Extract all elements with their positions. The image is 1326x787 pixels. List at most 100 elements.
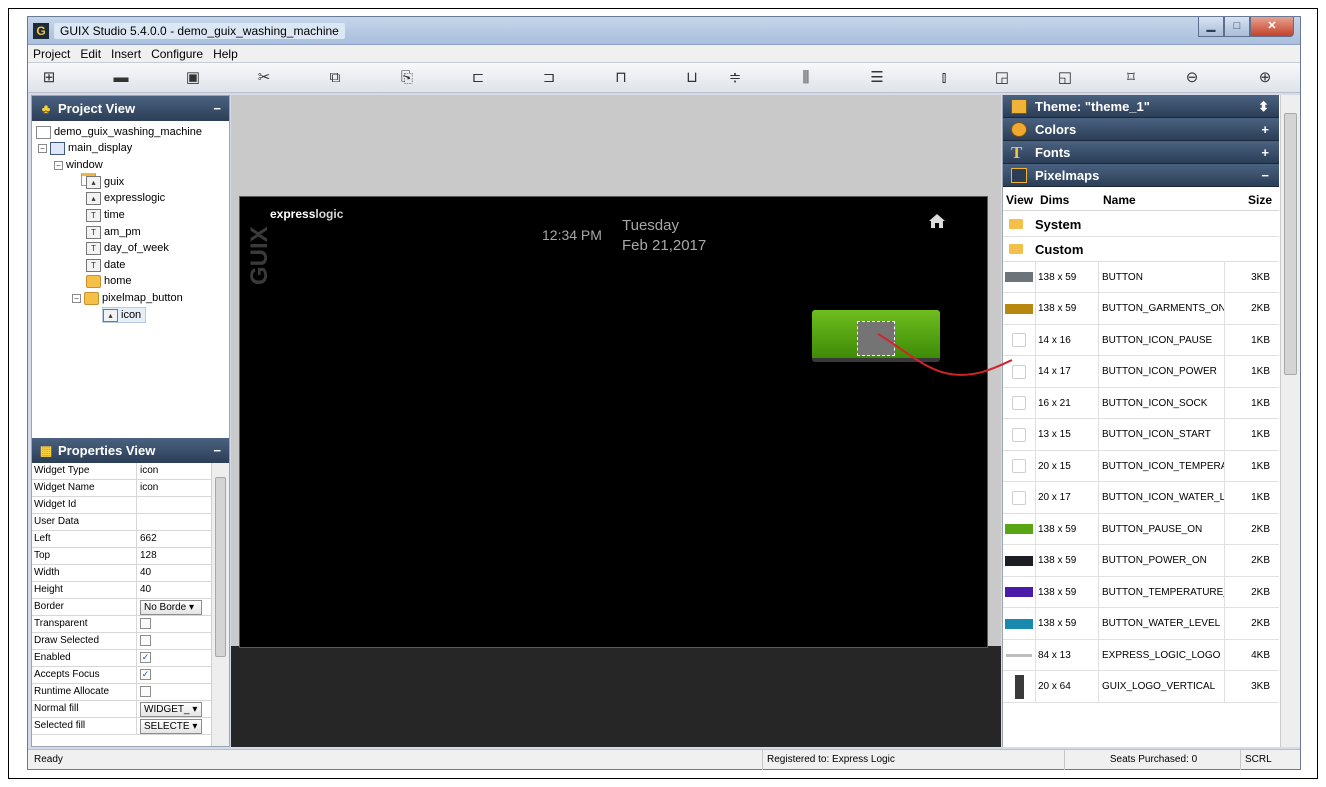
scrollbar-thumb[interactable] <box>215 477 226 657</box>
tree-item-expresslogic[interactable]: ▴ expresslogic <box>86 190 165 206</box>
equal-height-icon[interactable]: ◲ <box>991 68 1013 88</box>
pixelmap-row[interactable]: 138 x 59 BUTTON_GARMENTS_ON 2KB <box>1003 293 1279 325</box>
pixelmap-row[interactable]: 138 x 59 BUTTON_POWER_ON 2KB <box>1003 545 1279 577</box>
zoom-in-icon[interactable]: ⊕ <box>1254 68 1276 88</box>
property-value[interactable]: 40 <box>137 582 205 598</box>
h-space-icon[interactable]: ⫼ <box>795 68 817 88</box>
property-value[interactable]: WIDGET_ ▾ <box>137 701 205 717</box>
menu-project[interactable]: Project <box>28 45 75 62</box>
checkbox[interactable] <box>140 635 151 646</box>
close-button[interactable]: ✕ <box>1250 17 1294 37</box>
equal-width-icon[interactable]: ⫾ <box>933 68 955 88</box>
tree-item-project[interactable]: demo_guix_washing_machine <box>36 124 202 140</box>
checkbox-checked[interactable]: ✓ <box>140 669 151 680</box>
pixelmap-row[interactable]: 138 x 59 BUTTON_TEMPERATURE_ 2KB <box>1003 576 1279 608</box>
pixelmap-row[interactable]: 14 x 17 BUTTON_ICON_POWER 1KB <box>1003 356 1279 388</box>
column-size[interactable]: Size <box>1226 193 1278 207</box>
theme-selector-icon[interactable]: ⬍ <box>1258 95 1269 118</box>
design-canvas[interactable]: expresslogic GUIX 12:34 PM Tuesday Feb 2… <box>231 95 1001 747</box>
property-dropdown[interactable]: No Borde ▾ <box>140 600 202 615</box>
zoom-out-icon[interactable]: ⊖ <box>1181 68 1203 88</box>
collapse-icon[interactable]: − <box>38 143 47 153</box>
pixelmap-row[interactable]: 20 x 64 GUIX_LOGO_VERTICAL 3KB <box>1003 671 1279 703</box>
property-value[interactable] <box>137 497 205 513</box>
tree-item-date[interactable]: T date <box>86 257 125 273</box>
project-view-header[interactable]: ♣ Project View − <box>32 96 229 121</box>
checkbox[interactable] <box>140 686 151 697</box>
maximize-button[interactable]: □ <box>1224 17 1250 37</box>
property-value[interactable]: SELECTE ▾ <box>137 718 205 734</box>
property-value[interactable]: 40 <box>137 565 205 581</box>
pixelmaps-header[interactable]: Pixelmaps − <box>1003 164 1279 187</box>
theme-header[interactable]: Theme: "theme_1" ⬍ <box>1003 95 1279 118</box>
cut-icon[interactable]: ✂ <box>253 68 275 88</box>
pixelmap-button[interactable] <box>812 310 940 362</box>
tree-item-window[interactable]: − window <box>54 157 103 186</box>
align-right-icon[interactable]: ⊐ <box>538 68 560 88</box>
pixelmap-row[interactable]: 138 x 59 BUTTON_WATER_LEVEL 2KB <box>1003 608 1279 640</box>
expresslogic-logo[interactable]: expresslogic <box>270 207 343 221</box>
property-value[interactable]: icon <box>137 463 205 479</box>
property-value[interactable]: ✓ <box>137 667 205 683</box>
property-dropdown[interactable]: SELECTE ▾ <box>140 719 202 734</box>
tree-item-home[interactable]: home <box>86 273 132 289</box>
new-icon[interactable]: ⊞ <box>38 68 60 88</box>
title-bar[interactable]: G GUIX Studio 5.4.0.0 - demo_guix_washin… <box>28 17 1300 45</box>
align-top-icon[interactable]: ⊓ <box>610 68 632 88</box>
collapse-icon[interactable]: − <box>54 160 63 170</box>
fonts-header[interactable]: T Fonts + <box>1003 141 1279 164</box>
pixelmap-row[interactable]: 84 x 13 EXPRESS_LOGIC_LOGO 4KB <box>1003 639 1279 671</box>
guix-vertical-logo[interactable]: GUIX <box>246 226 274 285</box>
size-to-fit-icon[interactable]: ◱ <box>1054 68 1076 88</box>
pixelmap-row[interactable]: 20 x 17 BUTTON_ICON_WATER_L 1KB <box>1003 482 1279 514</box>
checkbox[interactable] <box>140 618 151 629</box>
pixelmap-row[interactable]: 16 x 21 BUTTON_ICON_SOCK 1KB <box>1003 387 1279 419</box>
pixelmap-group-custom[interactable]: Custom <box>1003 237 1279 262</box>
right-panel-scrollbar[interactable] <box>1280 95 1300 747</box>
menu-configure[interactable]: Configure <box>146 45 208 62</box>
pixelmap-row[interactable]: 14 x 16 BUTTON_ICON_PAUSE 1KB <box>1003 324 1279 356</box>
column-name[interactable]: Name <box>1100 193 1226 207</box>
date-text[interactable]: Feb 21,2017 <box>622 237 706 254</box>
copy-icon[interactable]: ⧉ <box>324 68 346 88</box>
property-value[interactable] <box>137 633 205 649</box>
properties-scrollbar[interactable] <box>211 463 229 746</box>
colors-header[interactable]: Colors + <box>1003 118 1279 141</box>
menu-help[interactable]: Help <box>208 45 243 62</box>
pixelmap-row[interactable]: 138 x 59 BUTTON_PAUSE_ON 2KB <box>1003 513 1279 545</box>
align-left-icon[interactable]: ⊏ <box>467 68 489 88</box>
pixelmap-row[interactable]: 20 x 15 BUTTON_ICON_TEMPERAT 1KB <box>1003 450 1279 482</box>
properties-view-collapse-button[interactable]: − <box>213 438 221 463</box>
menu-edit[interactable]: Edit <box>75 45 106 62</box>
properties-view-header[interactable]: ▦ Properties View − <box>32 438 229 463</box>
column-view[interactable]: View <box>1003 193 1037 207</box>
property-value[interactable]: ✓ <box>137 650 205 666</box>
time-text[interactable]: 12:34 PM <box>542 227 602 243</box>
tree-item-pixelmap-button[interactable]: − pixelmap_button <box>72 290 183 306</box>
property-value[interactable] <box>137 684 205 700</box>
v-space-icon[interactable]: ☰ <box>866 68 888 88</box>
selected-icon-widget[interactable] <box>857 321 895 356</box>
save-icon[interactable]: ▣ <box>182 68 204 88</box>
tree-item-main-display[interactable]: − main_display <box>38 140 132 156</box>
pixelmap-row[interactable]: 13 x 15 BUTTON_ICON_START 1KB <box>1003 419 1279 451</box>
tree-item-am-pm[interactable]: T am_pm <box>86 224 141 240</box>
tree-item-icon[interactable]: ▴ icon <box>102 307 147 323</box>
property-value[interactable]: 662 <box>137 531 205 547</box>
checkbox-checked[interactable]: ✓ <box>140 652 151 663</box>
property-value[interactable] <box>137 616 205 632</box>
property-value[interactable]: icon <box>137 480 205 496</box>
open-icon[interactable]: ▬ <box>110 68 132 88</box>
menu-insert[interactable]: Insert <box>106 45 146 62</box>
property-value[interactable]: 128 <box>137 548 205 564</box>
scrollbar-thumb[interactable] <box>1284 113 1297 375</box>
display-preview[interactable]: expresslogic GUIX 12:34 PM Tuesday Feb 2… <box>239 196 988 648</box>
colors-expand-button[interactable]: + <box>1261 118 1269 141</box>
property-value[interactable]: No Borde ▾ <box>137 599 205 615</box>
v-center-icon[interactable]: ≑ <box>724 68 746 88</box>
project-view-collapse-button[interactable]: − <box>213 96 221 121</box>
zoom-fit-icon[interactable]: ⌑ <box>1120 68 1142 88</box>
tree-item-day-of-week[interactable]: T day_of_week <box>86 240 169 256</box>
tree-item-time[interactable]: T time <box>86 207 125 223</box>
property-value[interactable] <box>137 514 205 530</box>
